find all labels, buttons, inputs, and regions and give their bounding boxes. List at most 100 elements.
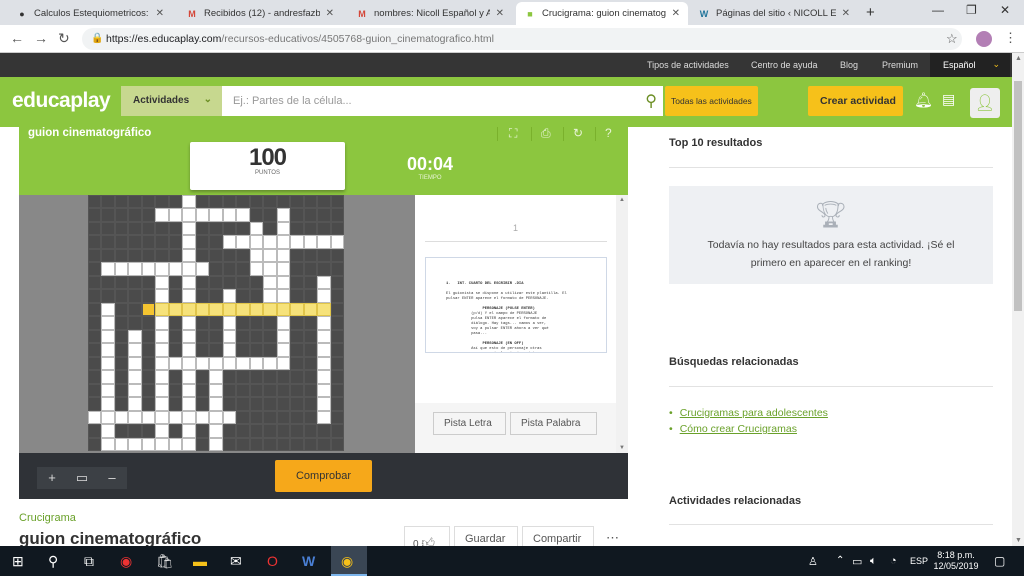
crossword-cell[interactable] <box>317 235 331 249</box>
crossword-cell[interactable] <box>263 262 277 276</box>
zoom-out-button[interactable]: – <box>97 467 127 489</box>
crossword-cell[interactable] <box>276 221 291 236</box>
crossword-cell[interactable] <box>182 397 196 411</box>
crossword-cell[interactable] <box>222 235 237 249</box>
crossword-cell[interactable] <box>128 356 142 371</box>
crossword-cell[interactable] <box>222 410 237 425</box>
reload-icon[interactable]: ↻ <box>58 30 70 47</box>
scroll-down-icon[interactable]: ▼ <box>619 445 625 451</box>
zoom-in-button[interactable]: + <box>37 467 67 489</box>
crossword-cell[interactable] <box>303 235 318 249</box>
hint-word-button[interactable]: Pista Palabra <box>510 412 597 435</box>
crossword-cell[interactable] <box>128 383 142 398</box>
print-icon[interactable]: ⎙ <box>541 126 551 141</box>
crossword-cell[interactable] <box>114 410 129 425</box>
crossword-cell[interactable] <box>128 410 142 425</box>
minimize-icon[interactable]: — <box>932 3 944 17</box>
crossword-cell[interactable] <box>290 302 304 317</box>
close-tab-icon[interactable]: ✕ <box>326 8 334 19</box>
people-icon[interactable]: ♙ <box>808 555 818 568</box>
crossword-cell[interactable] <box>303 302 318 317</box>
crossword-cell[interactable] <box>114 262 129 276</box>
nav-premium[interactable]: Premium <box>882 60 918 70</box>
crossword-cell[interactable] <box>182 248 196 263</box>
crossword-cell[interactable] <box>209 383 223 398</box>
crossword-cell[interactable] <box>276 329 291 344</box>
crossword-cell[interactable] <box>317 370 331 384</box>
crossword-cell[interactable] <box>263 302 277 317</box>
crossword-cell[interactable] <box>276 302 291 317</box>
crossword-cell[interactable] <box>141 410 156 425</box>
crossword-cell[interactable] <box>182 275 196 290</box>
restart-icon[interactable]: ↻ <box>573 126 583 140</box>
system-clock[interactable]: 8:18 p.m. 12/05/2019 <box>932 550 980 572</box>
educaplay-logo[interactable]: educaplay <box>12 89 111 113</box>
browser-tab-2[interactable]: M Recibidos (12) - andresfazbear ✕ <box>178 2 342 25</box>
close-window-icon[interactable]: ✕ <box>1000 3 1010 17</box>
crossword-cell[interactable] <box>249 302 264 317</box>
crossword-cell[interactable] <box>168 262 183 276</box>
crossword-cell[interactable] <box>317 302 331 317</box>
crossword-cell[interactable] <box>195 262 210 276</box>
crossword-cell[interactable] <box>155 383 169 398</box>
crossword-cell[interactable] <box>290 235 304 249</box>
crossword-cell[interactable] <box>155 329 169 344</box>
close-tab-icon[interactable]: ✕ <box>842 8 850 19</box>
crossword-cell[interactable] <box>195 410 210 425</box>
crossword-cell[interactable] <box>222 316 237 330</box>
crossword-cell[interactable] <box>222 289 237 303</box>
crossword-cell[interactable] <box>128 437 142 451</box>
crossword-cell[interactable] <box>276 262 291 276</box>
url-field[interactable]: 🔒 https://es.educaplay.com/recursos-educa… <box>82 28 962 50</box>
category-link[interactable]: Crucigrama <box>19 512 76 524</box>
notifications-icon[interactable]: ▢ <box>994 554 1005 568</box>
crossword-cell[interactable] <box>182 370 196 384</box>
crossword-cell[interactable] <box>263 275 277 290</box>
crossword-cell[interactable] <box>101 343 115 357</box>
crossword-cell[interactable] <box>155 316 169 330</box>
language-select[interactable]: Español ⌄ <box>930 53 1010 77</box>
crossword-cell[interactable] <box>222 343 237 357</box>
crossword-cell[interactable] <box>101 262 115 276</box>
related-link[interactable]: Cómo crear Crucigramas <box>680 423 797 435</box>
crossword-cell[interactable] <box>88 410 102 425</box>
crossword-cell[interactable] <box>155 208 169 222</box>
crossword-cell[interactable] <box>209 424 223 438</box>
crossword-cell[interactable] <box>168 356 183 371</box>
crossword-cell[interactable] <box>276 316 291 330</box>
wifi-icon[interactable]: ◔ <box>890 555 897 567</box>
crossword-cell[interactable] <box>195 302 210 317</box>
check-button[interactable]: Comprobar <box>275 460 372 492</box>
forward-arrow-icon[interactable]: → <box>34 30 48 46</box>
crossword-cell[interactable] <box>317 329 331 344</box>
crossword-cell[interactable] <box>249 262 264 276</box>
search-input[interactable]: Ej.: Partes de la célula... ⚲ <box>222 86 663 116</box>
related-link[interactable]: Crucigramas para adolescentes <box>680 407 828 419</box>
fullscreen-icon[interactable]: ⛶ <box>509 126 517 141</box>
crossword-grid[interactable] <box>88 195 344 451</box>
user-menu-button[interactable]: 👤︎ <box>970 88 1000 118</box>
volume-icon[interactable]: 🔈︎ <box>870 555 877 568</box>
crossword-cell[interactable] <box>101 370 115 384</box>
close-tab-icon[interactable]: ✕ <box>156 8 164 19</box>
crossword-cell[interactable] <box>128 329 142 344</box>
crossword-cell[interactable] <box>236 302 250 317</box>
crossword-cell[interactable] <box>249 248 264 263</box>
browser-tab-3[interactable]: Mnombres: Nicoll Español y And ✕ <box>348 2 512 25</box>
crossword-cell[interactable] <box>182 235 196 249</box>
crossword-cell[interactable] <box>155 289 169 303</box>
crossword-cell[interactable] <box>330 235 344 249</box>
crossword-cell[interactable] <box>236 208 250 222</box>
all-activities-button[interactable]: Todas las actividades <box>665 86 758 116</box>
crossword-cell[interactable] <box>317 275 331 290</box>
crossword-cell[interactable] <box>101 302 115 317</box>
crossword-cell[interactable] <box>209 356 223 371</box>
browser-tab-active[interactable]: ■ Crucigrama: guion cinematog ✕ <box>516 2 688 25</box>
input-language[interactable]: ESP <box>910 556 928 566</box>
crossword-cell[interactable] <box>182 356 196 371</box>
crossword-cell[interactable] <box>155 356 169 371</box>
scroll-down-icon[interactable]: ▼ <box>1015 537 1022 544</box>
chevron-up-icon[interactable]: ⌃ <box>836 555 844 566</box>
crossword-cell[interactable] <box>168 208 183 222</box>
crossword-cell[interactable] <box>141 262 156 276</box>
